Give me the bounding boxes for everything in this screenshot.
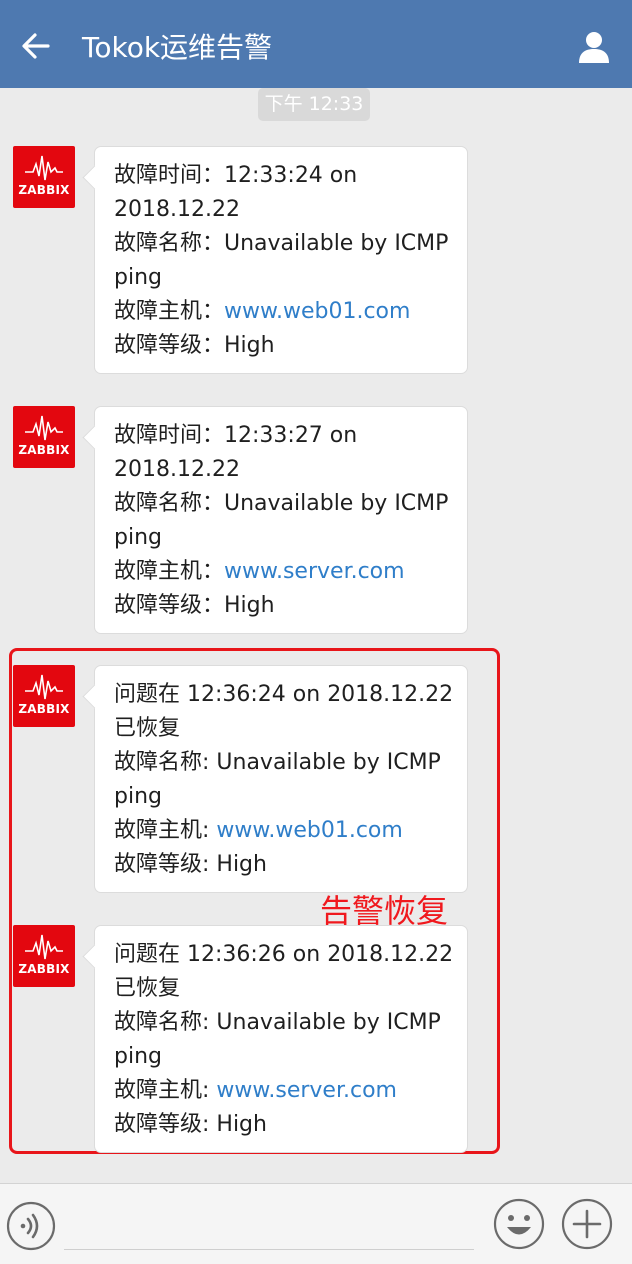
message-text: 故障主机： — [114, 559, 225, 584]
message-text: 故障主机： — [114, 299, 225, 324]
message-line: 故障等级：High — [114, 329, 453, 363]
message-text: 故障等级: High — [114, 1112, 267, 1137]
message-line: 已恢复 — [114, 712, 453, 746]
message-line: 故障名称: Unavailable by ICMP — [114, 746, 453, 780]
message-line: ping — [114, 1040, 453, 1074]
message-text: 2018.12.22 — [114, 197, 240, 222]
message-text: 故障等级: High — [114, 852, 267, 877]
message-line: 故障主机: www.web01.com — [114, 814, 453, 848]
zabbix-logo-icon — [25, 934, 63, 960]
message-text: 已恢复 — [114, 716, 181, 741]
message-text: ping — [114, 1044, 162, 1069]
message-text: 故障名称：Unavailable by ICMP — [114, 231, 449, 256]
zabbix-logo-icon — [25, 415, 63, 441]
message-line: 故障等级: High — [114, 1108, 453, 1142]
message-text: 问题在 12:36:26 on 2018.12.22 — [114, 942, 454, 967]
message-line: 故障主机：www.server.com — [114, 555, 453, 589]
message-text: 问题在 12:36:24 on 2018.12.22 — [114, 682, 454, 707]
host-link[interactable]: www.web01.com — [216, 818, 402, 843]
time-divider: 下午 12:33 — [258, 88, 370, 121]
zabbix-avatar[interactable]: ZABBIX — [13, 406, 75, 468]
message-input[interactable] — [64, 1198, 474, 1250]
back-arrow-icon[interactable] — [18, 28, 54, 64]
message-line: 问题在 12:36:24 on 2018.12.22 — [114, 678, 453, 712]
message-line: 故障主机: www.server.com — [114, 1074, 453, 1108]
message-line: 2018.12.22 — [114, 453, 453, 487]
message-text: 已恢复 — [114, 976, 181, 1001]
top-bar: Tokok运维告警 — [0, 0, 632, 88]
message-line: 故障时间：12:33:24 on — [114, 159, 453, 193]
message-text: 故障等级：High — [114, 333, 275, 358]
message-text: 故障主机: — [114, 818, 217, 843]
message-text: 故障名称: Unavailable by ICMP — [114, 750, 441, 775]
message-text: 故障时间：12:33:24 on — [114, 163, 358, 188]
message-bubble[interactable]: 故障时间：12:33:27 on 2018.12.22 故障名称：Unavailab… — [94, 406, 468, 634]
message-bubble[interactable]: 问题在 12:36:26 on 2018.12.22 已恢复故障名称: Unava… — [94, 925, 468, 1153]
chat-title: Tokok运维告警 — [82, 31, 273, 64]
zabbix-label: ZABBIX — [18, 702, 70, 716]
zabbix-logo-icon — [25, 674, 63, 700]
message-text: ping — [114, 525, 162, 550]
message-line: 故障名称：Unavailable by ICMP — [114, 227, 453, 261]
emoji-icon[interactable] — [493, 1198, 545, 1250]
message-line: ping — [114, 780, 453, 814]
zabbix-logo-icon — [25, 155, 63, 181]
message-text: 故障时间：12:33:27 on — [114, 423, 358, 448]
message-line: 故障等级: High — [114, 848, 453, 882]
message-line: ping — [114, 521, 453, 555]
zabbix-avatar[interactable]: ZABBIX — [13, 146, 75, 208]
message-line: 问题在 12:36:26 on 2018.12.22 — [114, 938, 453, 972]
message-line: 2018.12.22 — [114, 193, 453, 227]
message-text: 2018.12.22 — [114, 457, 240, 482]
zabbix-avatar[interactable]: ZABBIX — [13, 925, 75, 987]
person-icon[interactable] — [578, 30, 610, 64]
host-link[interactable]: www.web01.com — [224, 299, 410, 324]
message-line: 故障等级：High — [114, 589, 453, 623]
message-text: 故障等级：High — [114, 593, 275, 618]
message-text: ping — [114, 265, 162, 290]
message-text: 故障名称: Unavailable by ICMP — [114, 1010, 441, 1035]
message-line: 已恢复 — [114, 972, 453, 1006]
message-line: 故障名称：Unavailable by ICMP — [114, 487, 453, 521]
voice-icon[interactable] — [6, 1201, 56, 1251]
message-line: 故障时间：12:33:27 on — [114, 419, 453, 453]
message-bubble[interactable]: 问题在 12:36:24 on 2018.12.22 已恢复故障名称: Unava… — [94, 665, 468, 893]
host-link[interactable]: www.server.com — [216, 1078, 397, 1103]
plus-icon[interactable] — [561, 1198, 613, 1250]
zabbix-avatar[interactable]: ZABBIX — [13, 665, 75, 727]
message-text: 故障主机: — [114, 1078, 217, 1103]
message-bubble[interactable]: 故障时间：12:33:24 on 2018.12.22 故障名称：Unavailab… — [94, 146, 468, 374]
message-text: 故障名称：Unavailable by ICMP — [114, 491, 449, 516]
zabbix-label: ZABBIX — [18, 962, 70, 976]
host-link[interactable]: www.server.com — [224, 559, 405, 584]
message-line: 故障主机：www.web01.com — [114, 295, 453, 329]
input-bar — [0, 1183, 632, 1264]
message-text: ping — [114, 784, 162, 809]
zabbix-label: ZABBIX — [18, 183, 70, 197]
message-line: ping — [114, 261, 453, 295]
zabbix-label: ZABBIX — [18, 443, 70, 457]
message-line: 故障名称: Unavailable by ICMP — [114, 1006, 453, 1040]
